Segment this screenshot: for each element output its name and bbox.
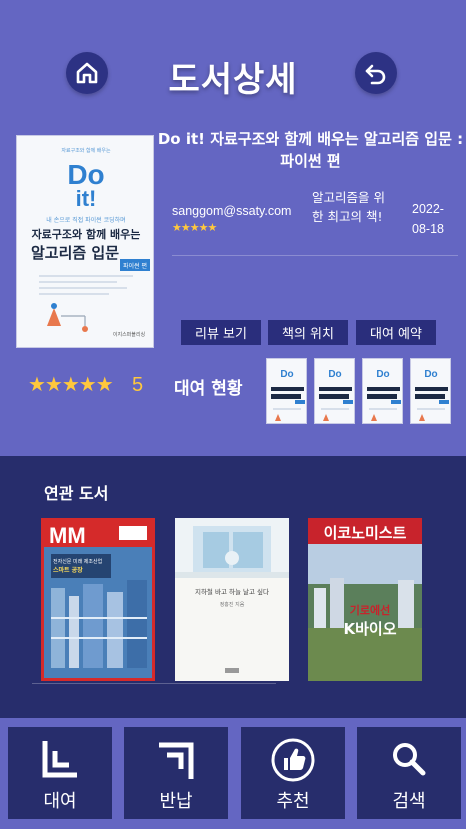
rating-stars: ★★★★★ [28,372,114,396]
bottom-nav: 대여 반납 추천 검색 [0,718,466,829]
related-text: 지하철 바고 하늘 날고 싶다 [195,587,269,596]
cover-publisher: 이지스퍼블리싱 [113,331,145,338]
thumb-logo: Do [424,369,437,380]
related-books-title: 연관 도서 [44,484,109,503]
nav-search-button[interactable]: 검색 [357,727,461,819]
related-book[interactable]: 이코노미스트 기로에선 K바이오 [308,518,422,681]
thumb-logo: Do [376,369,389,380]
owner-rating-stars: ★★★★★ [172,221,217,234]
thumb-logo: Do [280,369,293,380]
rental-thumb[interactable]: Do [314,358,355,424]
owner-email: sanggom@ssaty.com [172,204,292,218]
search-icon [393,743,426,776]
cover-logo-line2: it! [76,186,97,211]
book-title: Do it! 자료구조와 함께 배우는 알고리즘 입문 : 파이썬 편 [157,130,464,170]
related-masthead: 이코노미스트 [324,524,407,542]
rental-status-list: Do Do Do Do [266,358,451,424]
nav-search-label: 검색 [392,791,426,812]
thumb-logo: Do [328,369,341,380]
cover-title-line1: 자료구조와 함께 배우는 [32,227,141,241]
related-line1: 전자신문 미래 제조산업 [53,558,102,565]
nav-recommend-label: 추천 [276,791,310,812]
thumbs-up-icon [271,738,315,782]
related-masthead: MM [49,523,86,548]
undo-icon [365,64,386,85]
reserve-button[interactable]: 대여 예약 [356,320,436,345]
related-divider [32,683,276,684]
rating-value: 5 [132,374,144,396]
nav-recommend-button[interactable]: 추천 [241,727,345,819]
return-arrow-icon [159,742,194,779]
back-button[interactable] [355,52,397,94]
nav-return-button[interactable]: 반납 [124,727,228,819]
book-detail-panel: 도서상세 자료구조와 함께 배우는 Do it! 내 손으로 직접 파이썬 코딩… [0,0,466,456]
rental-status-label: 대여 현황 [174,379,243,399]
related-book[interactable]: 지하철 바고 하늘 날고 싶다 정홍진 지음 [175,518,289,681]
cover-subtitle: 내 손으로 직접 파이썬 코딩하며 [46,216,125,224]
rental-thumb[interactable]: Do [266,358,307,424]
review-button[interactable]: 리뷰 보기 [181,320,261,345]
cover-badge: 파이썬 편 [123,262,147,270]
book-cover: 자료구조와 함께 배우는 Do it! 내 손으로 직접 파이썬 코딩하며 자료… [16,135,154,348]
location-button[interactable]: 책의 위치 [268,320,348,345]
related-author: 정홍진 지음 [220,601,245,608]
related-headline2: K바이오 [343,620,396,638]
cover-title-line2: 알고리즘 입문 [31,244,119,262]
nav-rent-label: 대여 [43,791,77,812]
cover-small-top: 자료구조와 함께 배우는 [61,147,111,154]
rent-arrow-icon [42,741,77,778]
book-comment: 알고리즘을 위한 최고의 책! [312,190,385,224]
related-headline1: 기로에선 [350,603,390,617]
book-date: 2022-08-18 [412,202,444,236]
book-meta: sanggom@ssaty.com ★★★★★ 알고리즘을 위한 최고의 책! … [172,186,458,256]
nav-rent-button[interactable]: 대여 [8,727,112,819]
rental-thumb[interactable]: Do [362,358,403,424]
related-line2: 스마트 공장 [53,566,83,574]
related-books-section: 연관 도서 MM 전자신문 미래 제조산업 스마트 공장 지하철 바고 하늘 날… [0,456,466,718]
nav-return-label: 반납 [159,791,193,812]
rental-thumb[interactable]: Do [410,358,451,424]
related-book[interactable]: MM 전자신문 미래 제조산업 스마트 공장 [41,518,155,681]
